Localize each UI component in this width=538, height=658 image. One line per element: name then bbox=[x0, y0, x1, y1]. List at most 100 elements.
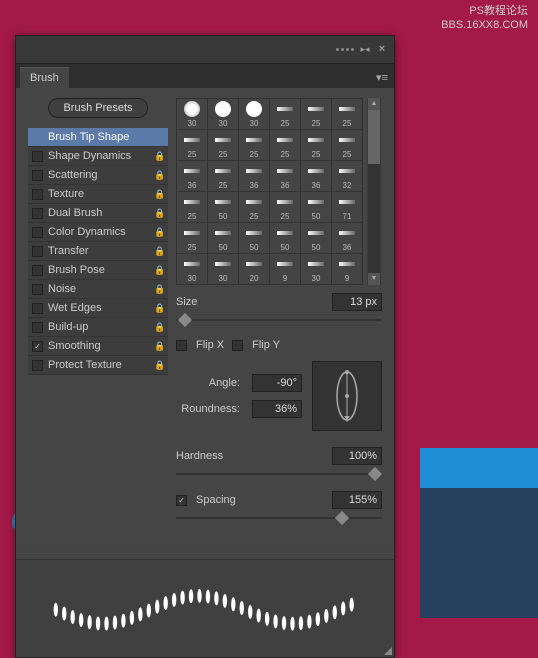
option-build-up[interactable]: Build-up🔒 bbox=[28, 318, 168, 337]
collapse-icon[interactable]: ▸◂ bbox=[358, 45, 372, 55]
option-smoothing[interactable]: ✓Smoothing🔒 bbox=[28, 337, 168, 356]
brush-presets-button[interactable]: Brush Presets bbox=[48, 98, 147, 118]
brush-thumbnail[interactable]: 25 bbox=[208, 130, 238, 160]
brush-thumbnail[interactable]: 25 bbox=[177, 130, 207, 160]
lock-icon[interactable]: 🔒 bbox=[154, 360, 164, 370]
lock-icon[interactable]: 🔒 bbox=[154, 208, 164, 218]
lock-icon[interactable]: 🔒 bbox=[154, 341, 164, 351]
option-checkbox[interactable] bbox=[32, 170, 43, 181]
scroll-up-button[interactable]: ▲ bbox=[368, 98, 380, 110]
lock-icon[interactable]: 🔒 bbox=[154, 151, 164, 161]
option-checkbox[interactable] bbox=[32, 246, 43, 257]
option-brush-tip-shape[interactable]: Brush Tip Shape bbox=[28, 128, 168, 147]
brush-thumbnail[interactable]: 25 bbox=[270, 192, 300, 222]
lock-icon[interactable]: 🔒 bbox=[154, 322, 164, 332]
brush-thumbnail[interactable]: 32 bbox=[332, 161, 362, 191]
brush-thumbnail[interactable]: 9 bbox=[332, 254, 362, 284]
scroll-thumb[interactable] bbox=[368, 110, 380, 164]
brush-thumbnail[interactable]: 50 bbox=[208, 223, 238, 253]
scroll-down-button[interactable]: ▼ bbox=[368, 273, 380, 285]
spacing-checkbox[interactable]: ✓Spacing bbox=[176, 494, 326, 506]
lock-icon[interactable]: 🔒 bbox=[154, 170, 164, 180]
option-checkbox[interactable] bbox=[32, 151, 43, 162]
option-brush-pose[interactable]: Brush Pose🔒 bbox=[28, 261, 168, 280]
lock-icon[interactable]: 🔒 bbox=[154, 303, 164, 313]
size-input[interactable]: 13 px bbox=[332, 293, 382, 311]
flip-y-checkbox[interactable]: Flip Y bbox=[232, 339, 280, 351]
lock-icon[interactable]: 🔒 bbox=[154, 246, 164, 256]
lock-icon[interactable]: 🔒 bbox=[154, 265, 164, 275]
brush-thumbnail[interactable]: 25 bbox=[301, 130, 331, 160]
lock-icon[interactable]: 🔒 bbox=[154, 189, 164, 199]
brush-thumbnail[interactable]: 30 bbox=[301, 254, 331, 284]
scroll-track[interactable] bbox=[368, 110, 380, 273]
option-checkbox[interactable] bbox=[32, 284, 43, 295]
option-dual-brush[interactable]: Dual Brush🔒 bbox=[28, 204, 168, 223]
brush-thumbnail[interactable]: 25 bbox=[270, 99, 300, 129]
brush-thumbnail[interactable]: 71 bbox=[332, 192, 362, 222]
brush-thumbnail[interactable]: 30 bbox=[208, 99, 238, 129]
angle-input[interactable]: -90° bbox=[252, 374, 302, 392]
brush-thumbnail[interactable]: 25 bbox=[239, 192, 269, 222]
angle-label: Angle: bbox=[176, 377, 246, 389]
hardness-input[interactable]: 100% bbox=[332, 447, 382, 465]
brush-thumbnail[interactable]: 30 bbox=[208, 254, 238, 284]
stroke-preview bbox=[16, 559, 394, 657]
brush-thumbnail[interactable]: 36 bbox=[270, 161, 300, 191]
brush-thumbnail[interactable]: 36 bbox=[239, 161, 269, 191]
option-checkbox[interactable] bbox=[32, 322, 43, 333]
brush-thumbnail[interactable]: 25 bbox=[239, 130, 269, 160]
tab-bar: Brush ▾≡ bbox=[16, 64, 394, 88]
brush-thumbnail[interactable]: 50 bbox=[301, 223, 331, 253]
brush-thumbnail[interactable]: 30 bbox=[177, 99, 207, 129]
brush-thumbnail[interactable]: 30 bbox=[177, 254, 207, 284]
brush-thumbnail[interactable]: 25 bbox=[177, 223, 207, 253]
option-scattering[interactable]: Scattering🔒 bbox=[28, 166, 168, 185]
spacing-slider[interactable] bbox=[176, 511, 382, 525]
brush-thumbnail[interactable]: 50 bbox=[301, 192, 331, 222]
option-checkbox[interactable]: ✓ bbox=[32, 341, 43, 352]
hardness-slider[interactable] bbox=[176, 467, 382, 481]
option-checkbox[interactable] bbox=[32, 227, 43, 238]
brush-thumbnail[interactable]: 20 bbox=[239, 254, 269, 284]
brush-thumbnail[interactable]: 30 bbox=[239, 99, 269, 129]
option-label: Brush Tip Shape bbox=[48, 131, 164, 143]
flip-x-checkbox[interactable]: Flip X bbox=[176, 339, 224, 351]
option-checkbox[interactable] bbox=[32, 360, 43, 371]
option-wet-edges[interactable]: Wet Edges🔒 bbox=[28, 299, 168, 318]
brush-thumbnail[interactable]: 25 bbox=[332, 99, 362, 129]
brush-thumbnail[interactable]: 50 bbox=[208, 192, 238, 222]
lock-icon[interactable]: 🔒 bbox=[154, 227, 164, 237]
option-checkbox[interactable] bbox=[32, 189, 43, 200]
brush-thumbnail[interactable]: 25 bbox=[177, 192, 207, 222]
option-checkbox[interactable] bbox=[32, 303, 43, 314]
brush-thumbnail[interactable]: 25 bbox=[270, 130, 300, 160]
panel-grip-icon[interactable] bbox=[336, 48, 354, 51]
angle-preview[interactable] bbox=[312, 361, 382, 431]
spacing-input[interactable]: 155% bbox=[332, 491, 382, 509]
option-checkbox[interactable] bbox=[32, 208, 43, 219]
brush-thumbnail[interactable]: 25 bbox=[332, 130, 362, 160]
brush-thumbnail[interactable]: 36 bbox=[301, 161, 331, 191]
panel-menu-icon[interactable]: ▾≡ bbox=[370, 67, 394, 88]
size-slider[interactable] bbox=[176, 313, 382, 327]
option-transfer[interactable]: Transfer🔒 bbox=[28, 242, 168, 261]
close-icon[interactable]: × bbox=[376, 44, 388, 56]
brush-thumbnail[interactable]: 50 bbox=[270, 223, 300, 253]
tab-brush[interactable]: Brush bbox=[20, 67, 69, 88]
option-protect-texture[interactable]: Protect Texture🔒 bbox=[28, 356, 168, 375]
brush-thumbnail[interactable]: 9 bbox=[270, 254, 300, 284]
roundness-input[interactable]: 36% bbox=[252, 400, 302, 418]
option-texture[interactable]: Texture🔒 bbox=[28, 185, 168, 204]
option-shape-dynamics[interactable]: Shape Dynamics🔒 bbox=[28, 147, 168, 166]
option-noise[interactable]: Noise🔒 bbox=[28, 280, 168, 299]
option-checkbox[interactable] bbox=[32, 265, 43, 276]
resize-handle[interactable] bbox=[382, 645, 392, 655]
brush-thumbnail[interactable]: 50 bbox=[239, 223, 269, 253]
lock-icon[interactable]: 🔒 bbox=[154, 284, 164, 294]
brush-thumbnail[interactable]: 25 bbox=[301, 99, 331, 129]
option-color-dynamics[interactable]: Color Dynamics🔒 bbox=[28, 223, 168, 242]
brush-thumbnail[interactable]: 25 bbox=[208, 161, 238, 191]
brush-thumbnail[interactable]: 36 bbox=[332, 223, 362, 253]
brush-thumbnail[interactable]: 36 bbox=[177, 161, 207, 191]
